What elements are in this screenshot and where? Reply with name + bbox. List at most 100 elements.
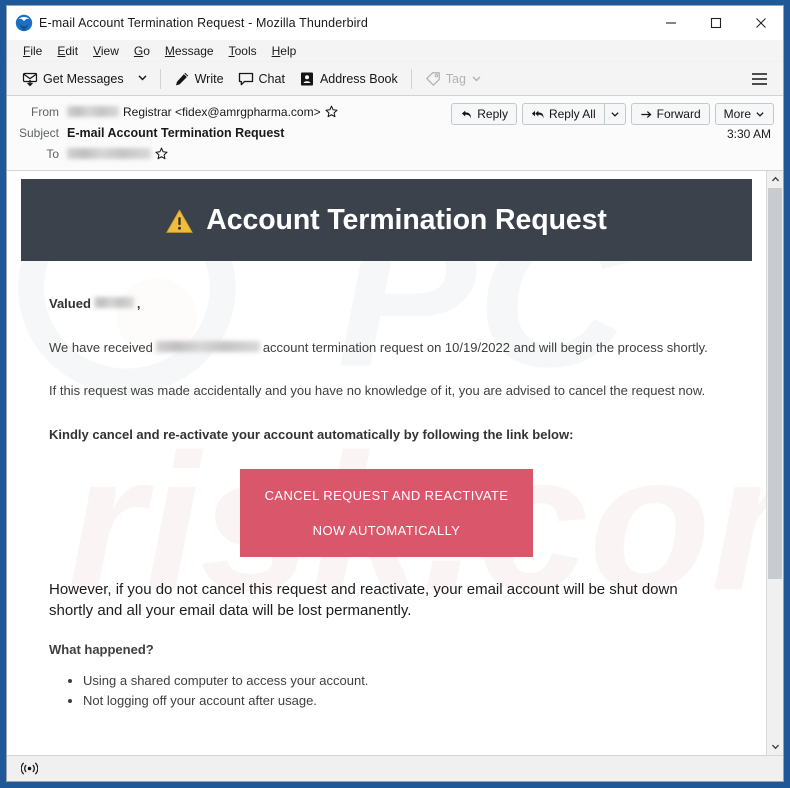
- chevron-up-icon: [771, 176, 779, 182]
- write-label: Write: [194, 71, 224, 86]
- subject-row: Subject E-mail Account Termination Reque…: [15, 122, 775, 143]
- email-warning-paragraph: However, if you do not cancel this reque…: [49, 581, 678, 620]
- chat-label: Chat: [258, 71, 285, 86]
- tag-button[interactable]: Tag: [418, 67, 489, 91]
- get-messages-icon: [22, 72, 38, 86]
- menu-label-edit: dit: [65, 43, 79, 58]
- menu-label-view: iew: [100, 43, 119, 58]
- write-button[interactable]: Write: [167, 67, 231, 91]
- from-value: Registrar <fidex@amrgpharma.com>: [67, 105, 338, 119]
- reply-label: Reply: [477, 107, 508, 121]
- star-icon[interactable]: [325, 105, 338, 118]
- connection-status-button[interactable]: [16, 758, 42, 780]
- menu-item-message[interactable]: Message: [158, 42, 221, 60]
- star-icon[interactable]: [155, 147, 168, 160]
- broadcast-icon: [20, 762, 38, 775]
- reply-all-dropdown[interactable]: [603, 103, 626, 125]
- to-redacted-address: [67, 148, 151, 159]
- menu-item-tools[interactable]: Tools: [222, 42, 264, 60]
- scroll-down-button[interactable]: [767, 738, 783, 755]
- list-item: Not logging off your account after usage…: [83, 691, 752, 711]
- email-document: Account Termination Request Valued , We …: [7, 171, 766, 711]
- menu-accel-help: H: [271, 43, 281, 58]
- paragraph-1-after: account termination request on 10/19/202…: [262, 339, 708, 355]
- menu-item-file[interactable]: File: [16, 42, 49, 60]
- forward-label: Forward: [656, 107, 701, 121]
- menu-bar: File Edit View Go Message Tools Help: [7, 40, 783, 62]
- menu-accel-view: V: [93, 43, 101, 58]
- paragraph-1-redacted-address: [155, 340, 260, 352]
- toolbar-separator-2: [410, 68, 412, 89]
- cta-line-2: NOW AUTOMATICALLY: [312, 523, 461, 539]
- toolbar-separator-1: [159, 68, 161, 89]
- get-messages-label: Get Messages: [43, 71, 124, 86]
- email-greeting: Valued ,: [49, 295, 752, 313]
- reply-button[interactable]: Reply: [451, 103, 517, 125]
- more-button[interactable]: More: [714, 103, 774, 125]
- tag-label: Tag: [445, 71, 466, 86]
- pencil-icon: [175, 72, 188, 85]
- message-time: 3:30 AM: [726, 127, 771, 141]
- more-label: More: [723, 107, 751, 121]
- app-menu-button[interactable]: [746, 69, 773, 94]
- scroll-up-button[interactable]: [767, 171, 783, 188]
- list-item: Using a shared computer to access your a…: [83, 671, 752, 691]
- cancel-request-cta-button[interactable]: CANCEL REQUEST AND REACTIVATE NOW AUTOMA…: [240, 469, 533, 558]
- minimize-button[interactable]: [648, 6, 693, 40]
- greeting-redacted-name: [93, 297, 134, 308]
- reply-all-label: Reply All: [548, 107, 596, 121]
- get-messages-dropdown[interactable]: [131, 66, 154, 92]
- email-paragraph-2: If this request was made accidentally an…: [49, 383, 706, 399]
- status-bar: [7, 755, 783, 781]
- to-label: To: [46, 146, 59, 161]
- reply-all-button[interactable]: Reply All: [521, 103, 604, 125]
- get-messages-button[interactable]: Get Messages: [15, 67, 131, 91]
- to-value: [67, 147, 168, 160]
- paragraph-1-before: We have received: [49, 339, 153, 355]
- menu-item-go[interactable]: Go: [127, 42, 157, 60]
- chevron-down-icon: [138, 74, 147, 81]
- greeting-suffix: ,: [136, 296, 141, 311]
- subject-value: E-mail Account Termination Request: [67, 125, 285, 140]
- menu-label-tools: ools: [234, 43, 257, 58]
- menu-accel-message: M: [164, 43, 175, 58]
- tag-icon: [425, 71, 440, 86]
- chevron-down-icon: [756, 112, 764, 117]
- email-paragraph-3: Kindly cancel and re-activate your accou…: [49, 426, 574, 442]
- address-book-icon: [300, 72, 313, 85]
- menu-item-view[interactable]: View: [86, 42, 126, 60]
- chat-button[interactable]: Chat: [231, 67, 292, 91]
- email-content-pane: PC risk.com Account Termination Request …: [7, 171, 766, 755]
- subject-label: Subject: [18, 125, 59, 140]
- thunderbird-window: E-mail Account Termination Request - Moz…: [6, 5, 784, 782]
- content-scrollbar[interactable]: [766, 171, 783, 755]
- close-icon: [755, 18, 766, 28]
- greeting-prefix: Valued: [49, 296, 91, 311]
- scrollbar-track[interactable]: [767, 188, 783, 738]
- reason-list: Using a shared computer to access your a…: [83, 671, 752, 711]
- message-header: From Registrar <fidex@amrgpharma.com> Su…: [7, 96, 783, 171]
- close-button[interactable]: [738, 6, 783, 40]
- menu-item-help[interactable]: Help: [265, 42, 304, 60]
- forward-button[interactable]: Forward: [630, 103, 710, 125]
- from-address: Registrar <fidex@amrgpharma.com>: [123, 104, 321, 119]
- chevron-down-icon: [771, 744, 779, 750]
- chevron-down-icon: [472, 76, 481, 82]
- menu-label-message: essage: [174, 43, 214, 58]
- email-paragraph-1: We have received account termination req…: [49, 339, 752, 357]
- main-toolbar: Get Messages Write Chat Address Book Tag: [7, 62, 783, 96]
- thunderbird-logo-icon: [15, 14, 33, 32]
- menu-label-go: o: [143, 43, 150, 58]
- scrollbar-thumb[interactable]: [768, 188, 782, 579]
- to-row: To: [15, 143, 775, 164]
- maximize-button[interactable]: [693, 6, 738, 40]
- reply-icon: [462, 110, 472, 119]
- forward-arrow-icon: [640, 110, 652, 118]
- cta-line-1: CANCEL REQUEST AND REACTIVATE: [264, 488, 509, 504]
- address-book-button[interactable]: Address Book: [292, 67, 405, 91]
- reply-all-icon: [531, 110, 544, 118]
- menu-item-edit[interactable]: Edit: [50, 42, 85, 60]
- address-book-label: Address Book: [319, 71, 398, 86]
- window-controls: [648, 6, 783, 40]
- window-title: E-mail Account Termination Request - Moz…: [39, 16, 368, 30]
